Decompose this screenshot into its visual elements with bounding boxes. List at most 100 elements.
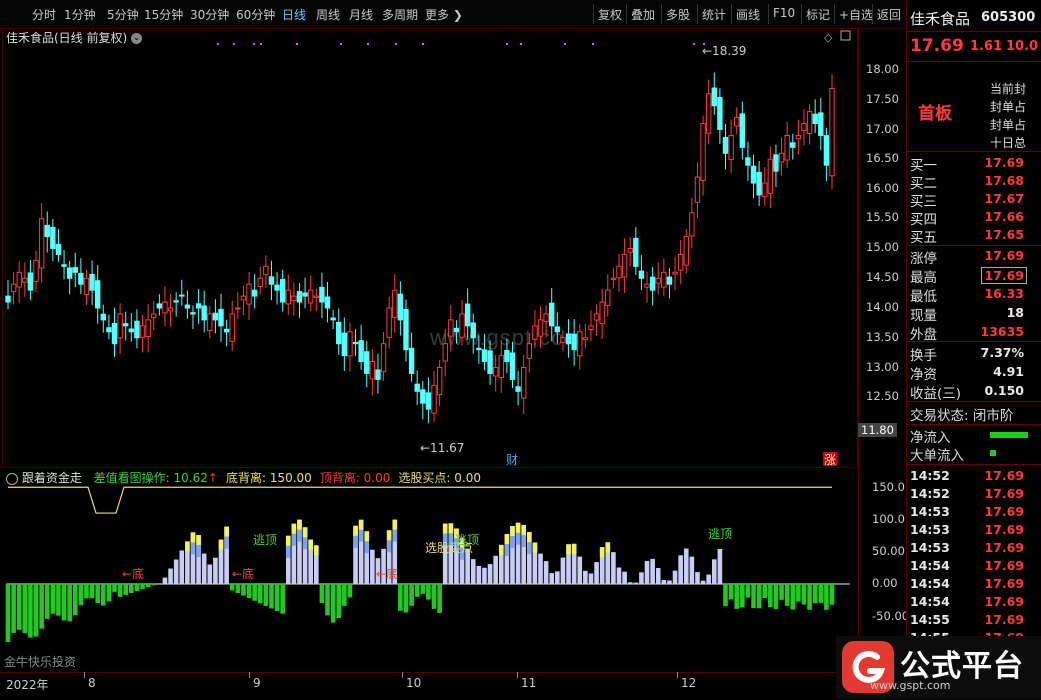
indicator-bar-neg bbox=[745, 584, 751, 598]
indicator-bar-neg bbox=[95, 584, 100, 603]
date-tick-label: 2022年 bbox=[6, 678, 49, 692]
toolbar-button[interactable]: 叠加 bbox=[631, 6, 655, 23]
candlestick-chart[interactable]: ◇ ←18.39 ←11.67 财 涨 bbox=[0, 28, 858, 468]
candle-body bbox=[745, 157, 751, 166]
candle-body bbox=[386, 307, 392, 338]
candle-body bbox=[750, 165, 757, 184]
tick-time: 14:53 bbox=[910, 540, 950, 555]
tick-time: 14:53 bbox=[910, 504, 950, 519]
candle-body bbox=[324, 296, 331, 309]
candle-body bbox=[666, 276, 673, 285]
indicator-bar-neg bbox=[414, 584, 420, 597]
tick-price: 17.69 bbox=[984, 594, 1024, 609]
indicator-bar-mid bbox=[527, 542, 532, 555]
candle-body bbox=[358, 340, 364, 363]
indicator-bar-neg bbox=[409, 584, 414, 606]
indicator-bar bbox=[555, 571, 560, 584]
period-tab[interactable]: 分时 bbox=[32, 6, 56, 23]
indicator-bar bbox=[644, 560, 650, 584]
diamond-icon[interactable]: ◇ bbox=[824, 31, 833, 44]
candle-body bbox=[55, 243, 62, 255]
bid-price: 17.69 bbox=[984, 155, 1024, 170]
divergence-line bbox=[8, 486, 832, 514]
candle-body bbox=[341, 332, 348, 357]
pct-change: 10.0 bbox=[1006, 39, 1039, 54]
date-tick-label: 9 bbox=[253, 676, 261, 690]
low-label: ←11.67 bbox=[420, 441, 464, 455]
candle-body bbox=[565, 333, 572, 345]
candle-body bbox=[296, 291, 303, 303]
period-tab[interactable]: 1分钟 bbox=[64, 6, 96, 23]
tick-time: 14:54 bbox=[910, 558, 950, 573]
indicator-bar-neg bbox=[734, 584, 740, 609]
candle-body bbox=[616, 265, 622, 279]
square-icon[interactable] bbox=[840, 30, 851, 41]
indicator-bar bbox=[543, 561, 549, 584]
board-note: 封单占 bbox=[990, 118, 1027, 132]
toolbar-button[interactable]: 返回 bbox=[877, 6, 901, 23]
event-marker bbox=[422, 43, 424, 45]
indicator-bar bbox=[560, 557, 566, 584]
board-badge: 首板 bbox=[918, 104, 952, 124]
period-tab[interactable]: 月线 bbox=[349, 6, 373, 23]
toolbar-button[interactable]: +自选 bbox=[839, 6, 873, 23]
candle-body bbox=[717, 97, 723, 131]
candle-body bbox=[711, 87, 717, 107]
tick-price: 17.69 bbox=[984, 540, 1024, 555]
period-tab[interactable]: 30分钟 bbox=[190, 6, 229, 23]
toolbar-button[interactable]: 画线 bbox=[736, 6, 760, 23]
indicator-bar-top bbox=[571, 543, 577, 554]
indicator-bar-neg bbox=[280, 584, 285, 614]
price-tick-label: 15.00 bbox=[866, 240, 899, 254]
toolbar-button[interactable]: 多股 bbox=[666, 6, 690, 23]
indicator-bar-mid bbox=[521, 534, 527, 547]
indicator-bar-mid bbox=[297, 529, 302, 542]
indicator-bar-neg bbox=[252, 584, 257, 601]
flow-bar bbox=[990, 432, 1028, 438]
candle-body bbox=[605, 289, 611, 306]
date-tick-label: 8 bbox=[88, 676, 96, 690]
indicator-bar-mid bbox=[515, 532, 521, 545]
indicator-bar-mid bbox=[196, 545, 201, 558]
bid-price: 17.66 bbox=[984, 209, 1024, 224]
indicator-bar-mid bbox=[291, 533, 297, 546]
period-tab[interactable]: 5分钟 bbox=[107, 6, 139, 23]
indicator-bar bbox=[678, 555, 683, 584]
candle-body bbox=[117, 313, 123, 339]
indicator-bar-neg bbox=[336, 584, 342, 619]
period-tab[interactable]: 60分钟 bbox=[236, 6, 275, 23]
candle-body bbox=[700, 123, 706, 181]
period-tab[interactable]: 日线 bbox=[282, 6, 306, 23]
indicator-bar-top bbox=[521, 524, 527, 535]
price-tick-label: 12.50 bbox=[866, 389, 899, 403]
finance-marker[interactable]: 财 bbox=[506, 453, 518, 467]
stat-label: 最低 bbox=[910, 289, 937, 305]
candle-body bbox=[22, 277, 28, 283]
indicator-bar-neg bbox=[145, 584, 151, 588]
bid-label: 买三 bbox=[910, 194, 937, 210]
toolbar-button[interactable]: 标记 bbox=[806, 6, 830, 23]
stat-value: 18 bbox=[1006, 305, 1024, 320]
period-tab[interactable]: 15分钟 bbox=[144, 6, 183, 23]
indicator-bar bbox=[627, 582, 633, 584]
candle-body bbox=[801, 123, 807, 131]
candle-body bbox=[190, 312, 196, 315]
candle-body bbox=[10, 283, 17, 292]
indicator-chart[interactable]: 逃顶 逃顶 逃顶←底 ←底 ←底选股买点金牛快乐投资 bbox=[0, 466, 858, 672]
indicator-tick-label: -50.00 bbox=[872, 609, 910, 623]
period-tab[interactable]: 周线 bbox=[316, 6, 340, 23]
indicator-bar-top bbox=[291, 523, 297, 534]
indicator-bar-neg bbox=[28, 584, 33, 638]
indicator-bar bbox=[493, 555, 498, 584]
indicator-bar-top bbox=[448, 523, 454, 534]
toolbar-button[interactable]: 复权 bbox=[598, 6, 622, 23]
toolbar-button[interactable]: F10 bbox=[773, 6, 795, 20]
candle-body bbox=[212, 312, 219, 321]
toolbar-button[interactable]: 统计 bbox=[702, 6, 726, 23]
indicator-bar bbox=[622, 571, 627, 584]
period-tab[interactable]: 多周期 bbox=[382, 6, 418, 23]
period-tab[interactable]: 更多 ❯ bbox=[425, 6, 463, 23]
indicator-bar-neg bbox=[398, 584, 403, 611]
indicator-bar bbox=[173, 559, 179, 584]
indicator-bar-neg bbox=[728, 584, 734, 600]
